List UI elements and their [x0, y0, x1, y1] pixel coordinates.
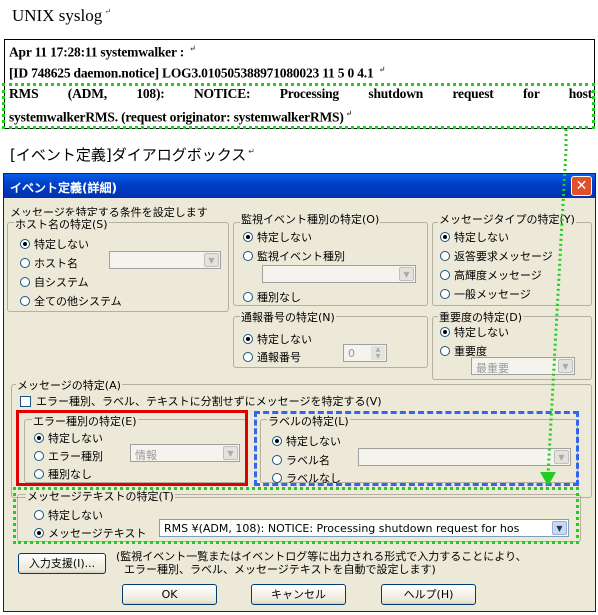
arrow-line [546, 129, 568, 476]
annotation-arrow [540, 129, 568, 486]
arrow-head-icon [540, 472, 556, 486]
